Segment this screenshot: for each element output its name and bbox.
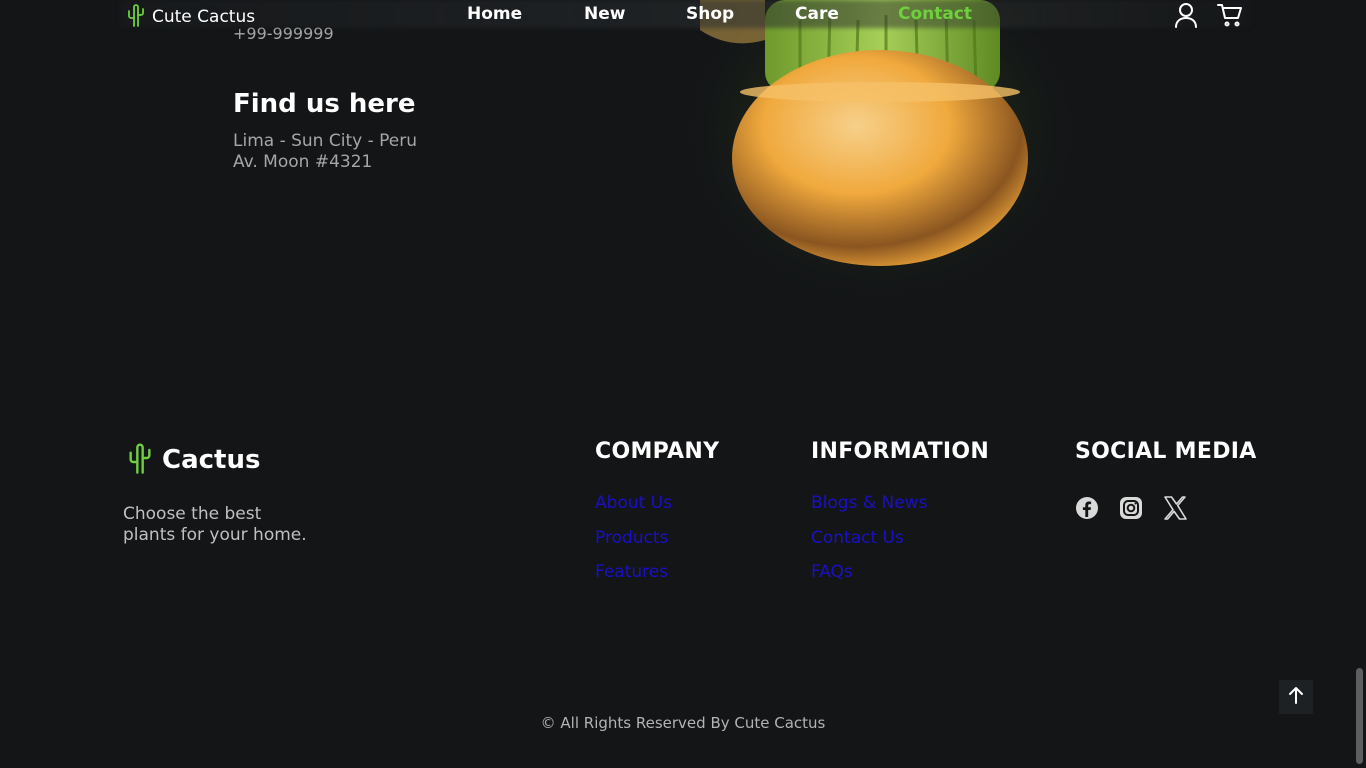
header-backdrop [120, 0, 1250, 28]
link-features[interactable]: Features [595, 562, 668, 582]
user-icon[interactable] [1174, 2, 1198, 32]
cactus-pot-illustration [660, 0, 1090, 330]
link-faqs[interactable]: FAQs [811, 562, 853, 582]
scroll-to-top-button[interactable] [1279, 680, 1313, 714]
link-about-us[interactable]: About Us [595, 493, 672, 513]
cactus-icon [126, 442, 154, 478]
company-heading: COMPANY [595, 439, 720, 464]
nav-new[interactable]: New [584, 4, 625, 24]
arrow-up-icon [1288, 686, 1304, 708]
header-brand-name: Cute Cactus [152, 7, 256, 27]
cart-icon[interactable] [1217, 2, 1243, 32]
link-contact-us[interactable]: Contact Us [811, 528, 904, 548]
information-heading: INFORMATION [811, 439, 990, 464]
find-us-heading: Find us here [233, 89, 416, 119]
footer-logo[interactable]: Cactus [126, 442, 260, 478]
facebook-icon[interactable] [1075, 496, 1099, 524]
nav-care[interactable]: Care [795, 4, 839, 24]
nav-home[interactable]: Home [467, 4, 522, 24]
cactus-icon [126, 3, 146, 31]
nav-contact[interactable]: Contact [898, 4, 972, 24]
link-blogs-news[interactable]: Blogs & News [811, 493, 927, 513]
copyright-text: © All Rights Reserved By Cute Cactus [540, 714, 826, 732]
address-line-1: Lima - Sun City - Peru [233, 131, 417, 151]
nav-shop[interactable]: Shop [686, 4, 734, 24]
page-scrollbar-thumb[interactable] [1356, 668, 1363, 764]
x-twitter-icon[interactable] [1163, 496, 1188, 524]
social-media-heading: SOCIAL MEDIA [1075, 439, 1257, 464]
header-logo[interactable]: Cute Cactus [126, 3, 255, 31]
footer-description-line-1: Choose the best [123, 504, 262, 524]
footer-description-line-2: plants for your home. [123, 525, 307, 545]
address-line-2: Av. Moon #4321 [233, 152, 373, 172]
page-scrollbar-track[interactable] [1354, 0, 1366, 768]
instagram-icon[interactable] [1119, 496, 1143, 524]
site-header: Cute Cactus Home New Shop Care Contact [0, 0, 1354, 30]
link-products[interactable]: Products [595, 528, 668, 548]
footer-brand-name: Cactus [162, 445, 261, 475]
